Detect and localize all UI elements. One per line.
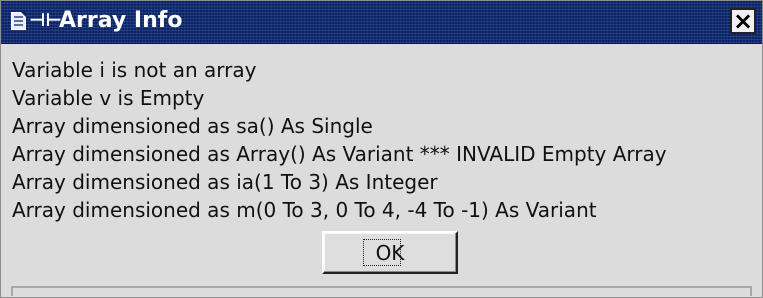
message-line: Array dimensioned as ia(1 To 3) As Integ… <box>12 170 438 194</box>
resize-border-right-stub[interactable] <box>750 286 752 296</box>
window-title: Array Info <box>59 8 183 33</box>
resize-border-left-stub[interactable] <box>11 286 13 296</box>
resize-border[interactable] <box>11 286 752 288</box>
close-button[interactable]: × <box>730 8 756 34</box>
message-line: Variable v is Empty <box>12 86 205 110</box>
ok-button[interactable]: OK <box>322 231 458 274</box>
close-icon: × <box>732 6 754 35</box>
message-list: Variable i is not an array Variable v is… <box>12 56 667 224</box>
window-titlebar[interactable]: ⊣⊢ Array Info × <box>1 1 762 44</box>
ok-label: OK <box>375 241 405 265</box>
message-line: Array dimensioned as m(0 To 3, 0 To 4, -… <box>12 198 597 222</box>
message-line: Array dimensioned as Array() As Variant … <box>12 142 667 166</box>
array-info-window: ⊣⊢ Array Info × Variable i is not an arr… <box>0 0 763 298</box>
message-line: Variable i is not an array <box>12 58 257 82</box>
pin-icon[interactable]: ⊣⊢ <box>29 9 62 33</box>
message-line: Array dimensioned as sa() As Single <box>12 114 373 138</box>
dialog-content: Variable i is not an array Variable v is… <box>1 44 762 288</box>
document-icon <box>11 12 26 30</box>
